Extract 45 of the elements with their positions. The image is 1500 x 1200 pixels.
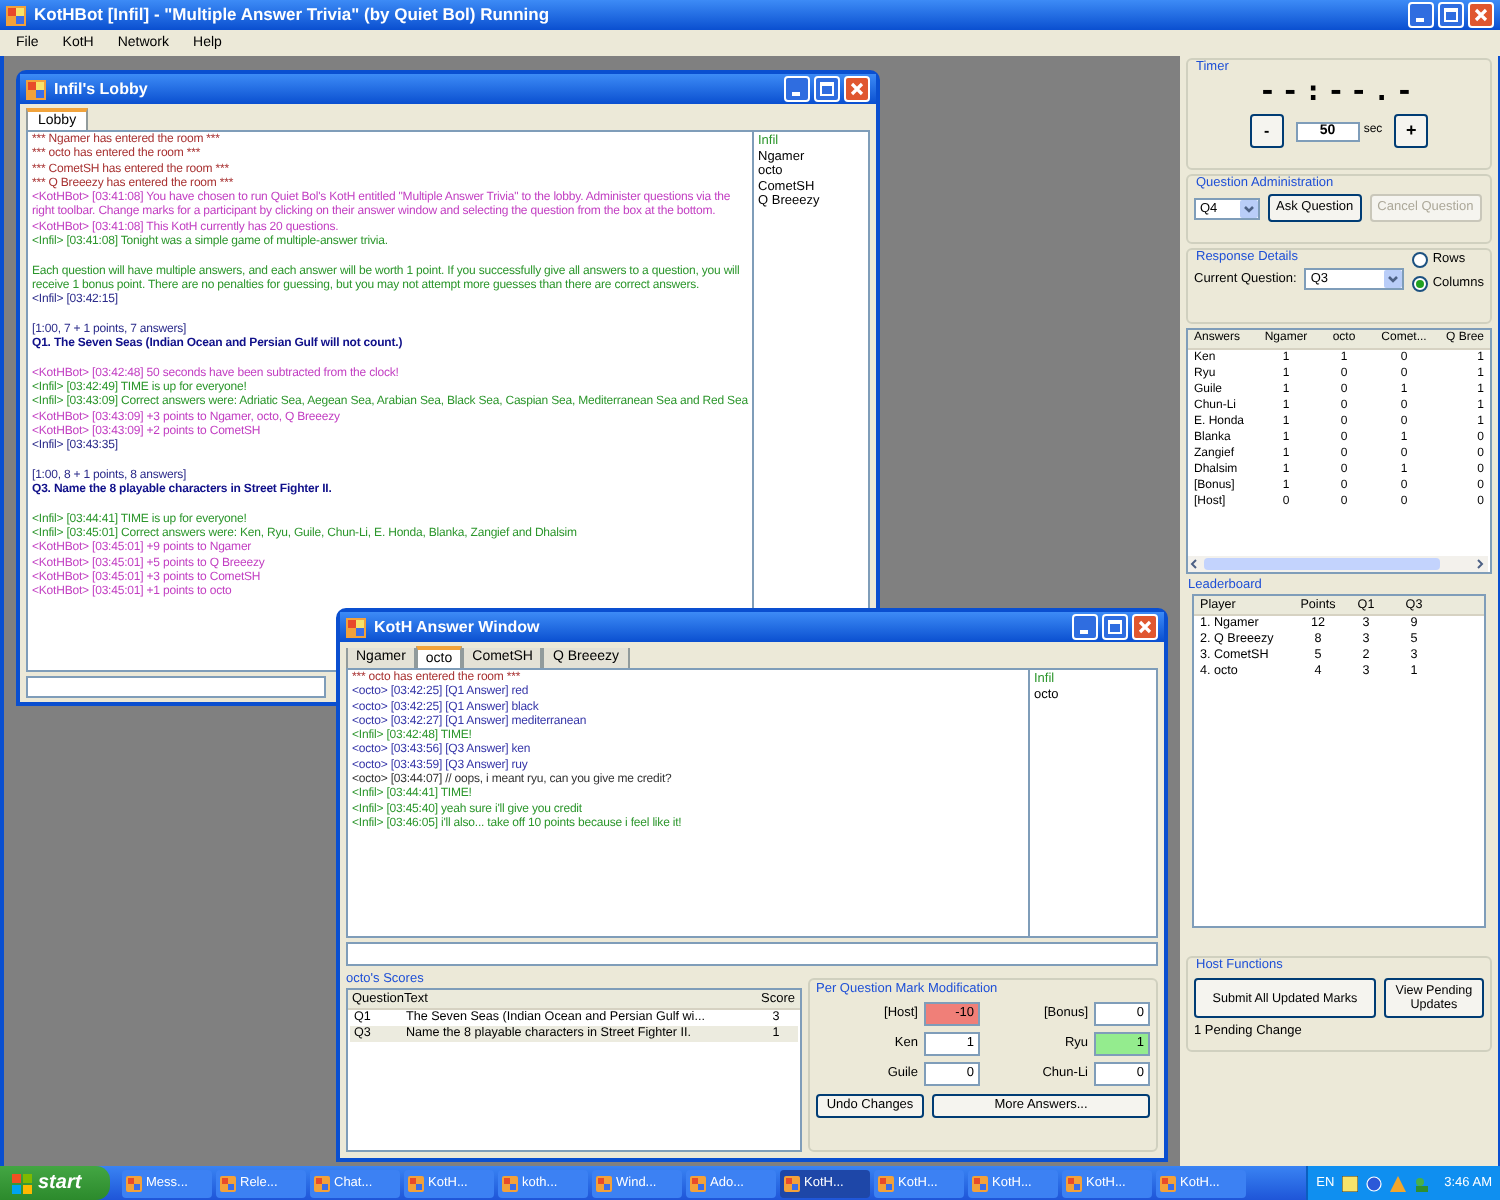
maximize-button[interactable] (1438, 2, 1464, 28)
app-icon (346, 617, 366, 637)
windows-logo-icon (12, 1173, 32, 1193)
scrollbar[interactable] (1188, 556, 1488, 572)
app-window-icon (1066, 1175, 1082, 1191)
window-title: KotH Answer Window (374, 615, 540, 639)
close-icon (1474, 8, 1488, 22)
app-window-icon (502, 1175, 518, 1191)
app-window-icon (220, 1175, 236, 1191)
maximize-icon (1108, 620, 1122, 634)
maximize-icon (820, 82, 834, 96)
caret-icon (1240, 199, 1258, 217)
close-button[interactable] (844, 76, 870, 102)
radio-button[interactable] (1412, 251, 1429, 268)
app-icon (6, 5, 26, 25)
timer-display: --:--.- (1258, 76, 1419, 108)
window-title: KotHBot [Infil] - "Multiple Answer Trivia" (by Quiet Bol) Running (34, 2, 550, 28)
window-title: Infil's Lobby (54, 77, 148, 101)
app-window-icon (408, 1175, 424, 1191)
start-button[interactable]: start (0, 1166, 110, 1200)
radio-button[interactable] (1412, 275, 1429, 292)
app-window-icon (1160, 1175, 1176, 1191)
app-window-icon (314, 1175, 330, 1191)
app-window-icon (126, 1175, 142, 1191)
app-window-icon (878, 1175, 894, 1191)
close-button[interactable] (1468, 2, 1494, 28)
app-window-icon (784, 1175, 800, 1191)
minimize-button[interactable] (1072, 614, 1098, 640)
caret-icon (1384, 270, 1403, 289)
close-button[interactable] (1132, 614, 1158, 640)
message-input[interactable] (26, 676, 326, 698)
minimize-button[interactable] (1408, 2, 1434, 28)
app-window-icon (972, 1175, 988, 1191)
app-window-icon (596, 1175, 612, 1191)
message-input[interactable] (346, 942, 1158, 966)
close-icon (1138, 620, 1152, 634)
app-window-icon (690, 1175, 706, 1191)
increment-button[interactable]: + (1394, 114, 1429, 148)
minimize-button[interactable] (784, 76, 810, 102)
decrement-button[interactable]: - (1249, 114, 1284, 148)
maximize-icon (1444, 8, 1458, 22)
maximize-button[interactable] (814, 76, 840, 102)
close-icon (850, 82, 864, 96)
app-icon (26, 79, 46, 99)
maximize-button[interactable] (1102, 614, 1128, 640)
